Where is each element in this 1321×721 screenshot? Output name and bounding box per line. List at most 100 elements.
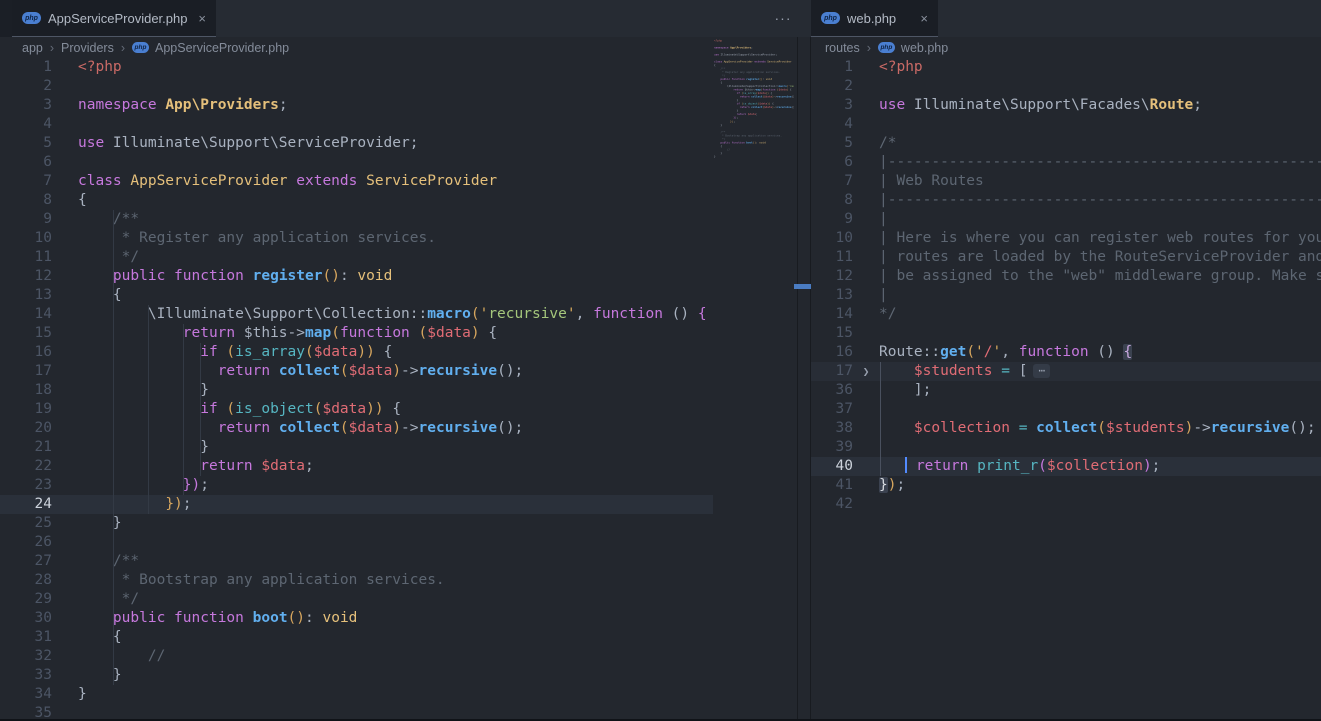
code-line[interactable]: 23 }); [0,476,713,495]
code-line[interactable]: 32 // [0,647,713,666]
code-line[interactable]: 29 */ [0,590,713,609]
line-number[interactable]: 30 [0,609,52,628]
line-number[interactable]: 5 [0,134,52,153]
code-line[interactable]: 17 return collect($data)->recursive(); [0,362,713,381]
code-line[interactable]: 5/* [811,134,1321,153]
line-number[interactable]: 4 [811,115,853,134]
code-line[interactable]: 8|--------------------------------------… [811,191,1321,210]
line-number[interactable]: 29 [0,590,52,609]
breadcrumb-file[interactable]: web.php [901,41,948,55]
code-line[interactable]: 28 * Bootstrap any application services. [0,571,713,590]
code-line[interactable]: 18 } [0,381,713,400]
code-line[interactable]: 7class AppServiceProvider extends Servic… [0,172,713,191]
code-line[interactable]: 15 [811,324,1321,343]
line-number[interactable]: 42 [811,495,853,514]
line-number[interactable]: 4 [0,115,52,134]
code-line[interactable]: 2 [0,77,713,96]
code-line[interactable]: 11 */ [0,248,713,267]
line-number[interactable]: 21 [0,438,52,457]
code-line[interactable]: 21 } [0,438,713,457]
code-line[interactable]: 1<?php [811,58,1321,77]
line-number[interactable]: 3 [811,96,853,115]
line-number[interactable]: 25 [0,514,52,533]
code-line[interactable]: 25 } [0,514,713,533]
line-number[interactable]: 14 [811,305,853,324]
code-line[interactable]: 31 { [0,628,713,647]
code-line[interactable]: 3namespace App\Providers; [0,96,713,115]
code-line[interactable]: 1<?php [0,58,713,77]
code-line[interactable]: 20 return collect($data)->recursive(); [0,419,713,438]
breadcrumb-item[interactable]: Providers [61,41,114,55]
code-line[interactable]: 38 $collection = collect($students)->rec… [811,419,1321,438]
breadcrumb-item[interactable]: app [22,41,43,55]
line-number[interactable]: 39 [811,438,853,457]
breadcrumb-item[interactable]: routes [825,41,860,55]
code-line[interactable]: 39 [811,438,1321,457]
line-number[interactable]: 12 [0,267,52,286]
code-line[interactable]: 26 [0,533,713,552]
minimap[interactable]: <?phpnamespace App\Providers;use Illumin… [714,39,794,229]
line-number[interactable]: 9 [811,210,853,229]
line-number[interactable]: 8 [811,191,853,210]
line-number[interactable]: 8 [0,191,52,210]
code-line[interactable]: 9 /** [0,210,713,229]
line-number[interactable]: 31 [0,628,52,647]
folded-code-badge[interactable]: ⋯ [1033,364,1050,378]
line-number[interactable]: 16 [0,343,52,362]
code-line[interactable]: 5use Illuminate\Support\ServiceProvider; [0,134,713,153]
line-number[interactable]: 15 [0,324,52,343]
code-line[interactable]: 3use Illuminate\Support\Facades\Route; [811,96,1321,115]
code-line[interactable]: 13 { [0,286,713,305]
code-editor[interactable]: 1<?php23namespace App\Providers;45use Il… [0,58,797,721]
code-line[interactable]: 11| routes are loaded by the RouteServic… [811,248,1321,267]
line-number[interactable]: 2 [811,77,853,96]
line-number[interactable]: 27 [0,552,52,571]
sash-handle[interactable] [794,284,811,289]
line-number[interactable]: 40 [811,457,853,476]
code-line[interactable]: 16Route::get('/', function () { [811,343,1321,362]
line-number[interactable]: 7 [0,172,52,191]
code-line[interactable]: 14*/ [811,305,1321,324]
line-number[interactable]: 41 [811,476,853,495]
line-number[interactable]: 33 [0,666,52,685]
code-line[interactable]: 4 [811,115,1321,134]
code-line[interactable]: 42 [811,495,1321,514]
tab-webphp[interactable]: php web.php × [811,0,938,37]
code-line[interactable]: 19 if (is_object($data)) { [0,400,713,419]
line-number[interactable]: 20 [0,419,52,438]
code-line[interactable]: 15 return $this->map(function ($data) { [0,324,713,343]
code-line[interactable]: 36 ]; [811,381,1321,400]
line-number[interactable]: 18 [0,381,52,400]
line-number[interactable]: 2 [0,77,52,96]
line-number[interactable]: 22 [0,457,52,476]
code-line[interactable]: 4 [0,115,713,134]
code-line[interactable]: 7| Web Routes [811,172,1321,191]
line-number[interactable]: 32 [0,647,52,666]
code-line[interactable]: 17❯ $students = [⋯ [811,362,1321,381]
code-line[interactable]: 33 } [0,666,713,685]
code-line[interactable]: 24 }); [0,495,713,514]
line-number[interactable]: 10 [811,229,853,248]
code-line[interactable]: 22 return $data; [0,457,713,476]
code-line[interactable]: 10 * Register any application services. [0,229,713,248]
code-line[interactable]: 41}); [811,476,1321,495]
code-line[interactable]: 8{ [0,191,713,210]
code-line[interactable]: 37 [811,400,1321,419]
code-line[interactable]: 13| [811,286,1321,305]
line-number[interactable]: 16 [811,343,853,362]
line-number[interactable]: 24 [0,495,52,514]
line-number[interactable]: 11 [811,248,853,267]
line-number[interactable]: 17 [811,362,853,381]
line-number[interactable]: 6 [811,153,853,172]
line-number[interactable]: 19 [0,400,52,419]
line-number[interactable]: 28 [0,571,52,590]
code-line[interactable]: 30 public function boot(): void [0,609,713,628]
line-number[interactable]: 14 [0,305,52,324]
code-line[interactable]: 16 if (is_array($data)) { [0,343,713,362]
code-line[interactable]: 9| [811,210,1321,229]
code-line[interactable]: 27 /** [0,552,713,571]
line-number[interactable]: 10 [0,229,52,248]
line-number[interactable]: 1 [811,58,853,77]
close-icon[interactable]: × [198,11,206,26]
close-icon[interactable]: × [920,11,928,26]
